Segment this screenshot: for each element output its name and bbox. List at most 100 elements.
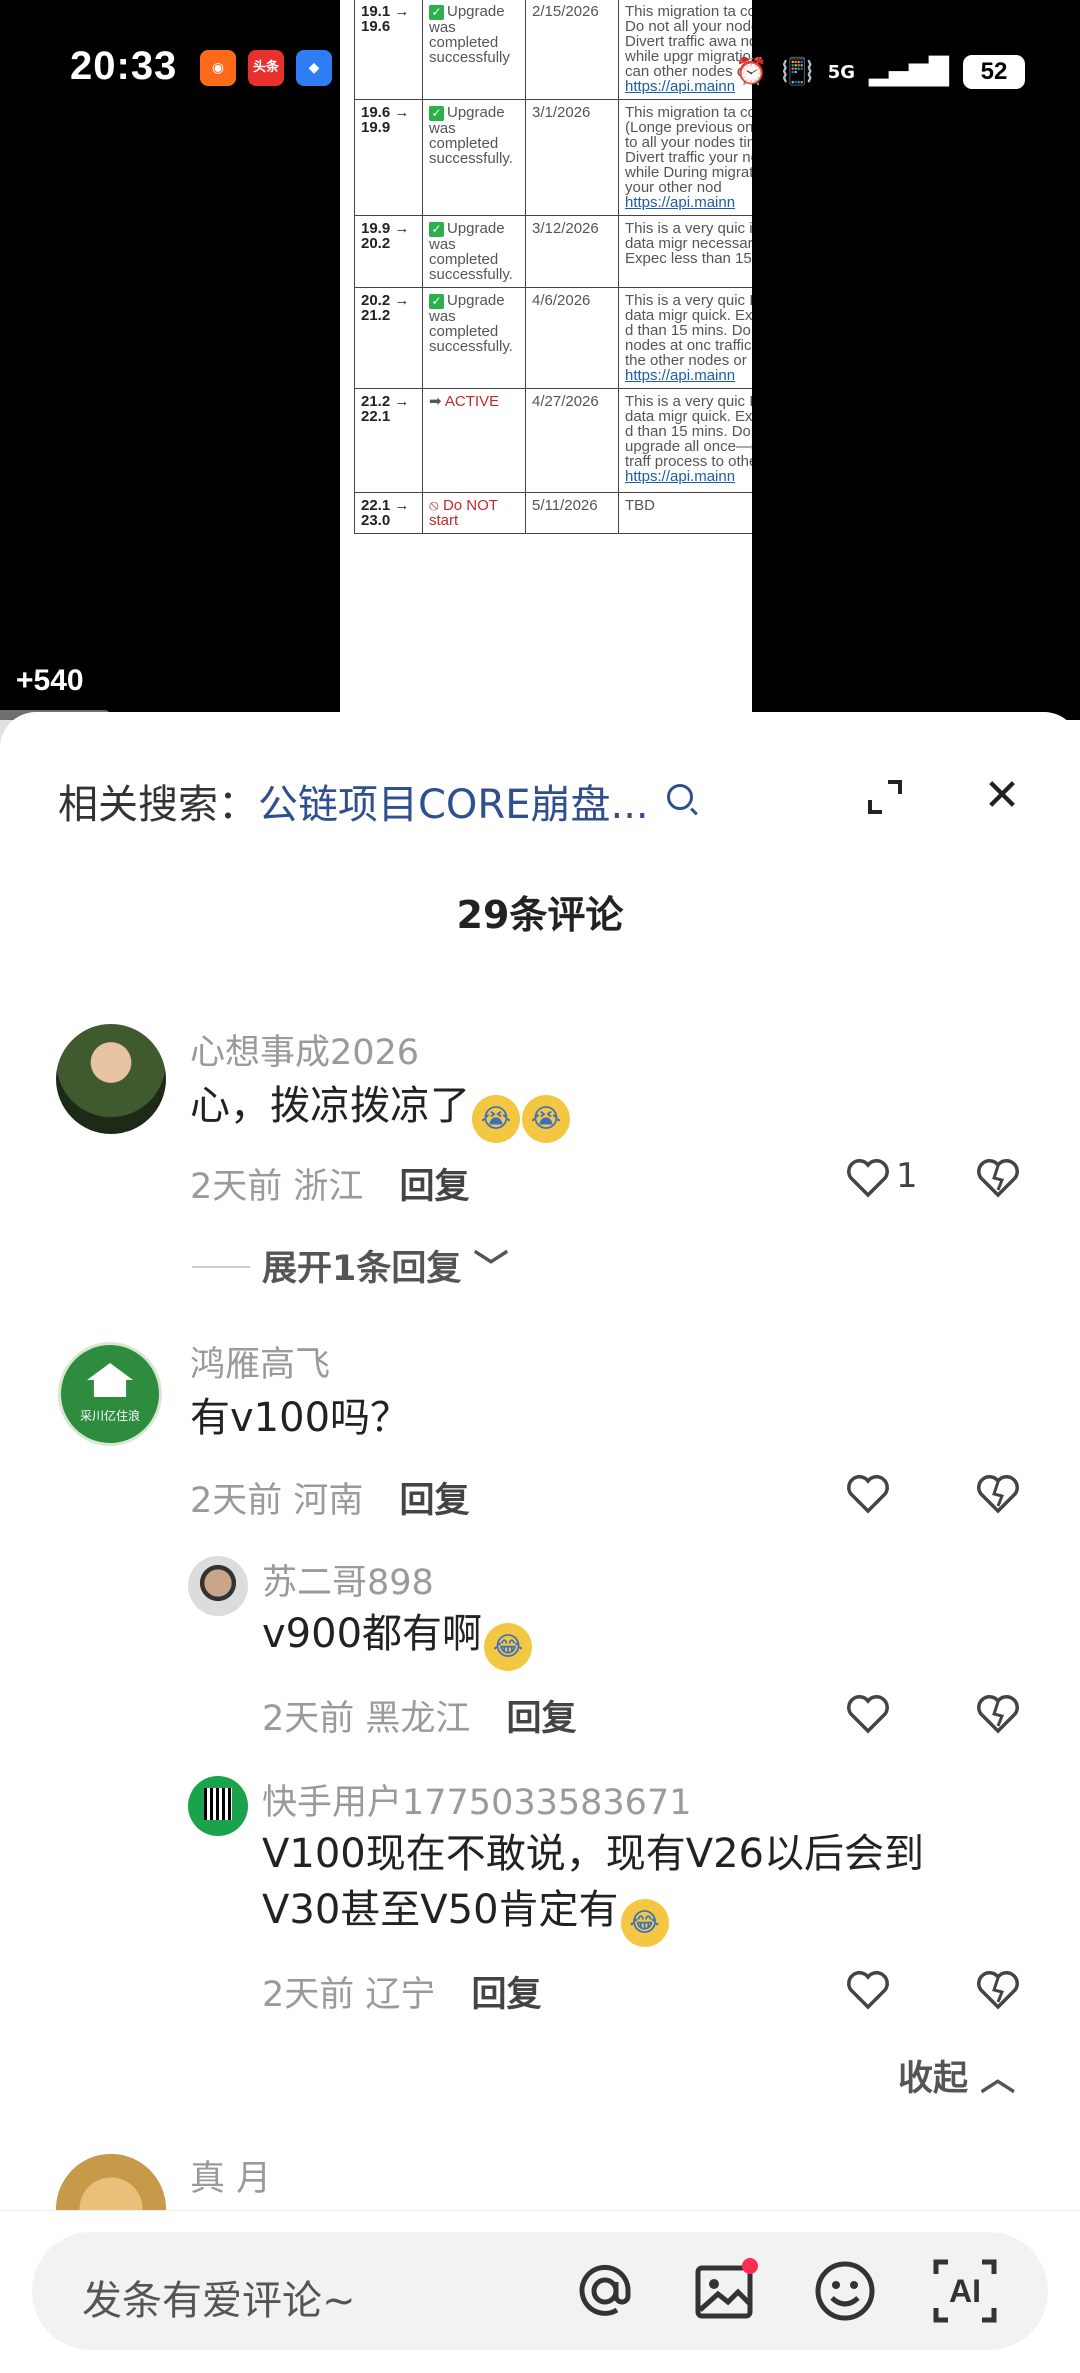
divider — [192, 1266, 250, 1268]
laughing-crying-emoji-icon: 😂 — [484, 1623, 533, 1671]
network-label: 5G — [827, 61, 856, 83]
comment-meta: 2天前 河南 回复 — [190, 1481, 470, 1521]
expand-replies-button[interactable]: 展开1条回复 ﹀ — [192, 1240, 509, 1291]
related-search-keyword[interactable]: 公链项目CORE崩盘... — [258, 782, 649, 828]
notes-cell: This is a very quic internal data migr n… — [618, 215, 752, 288]
status-bar: 20:33 ◉ 头条 ◆ ⏰ 📳 5G ▂▄▆█ 52 — [0, 40, 1080, 104]
search-icon[interactable] — [666, 784, 693, 810]
comment-meta: 2天前 辽宁 回复 — [262, 1975, 542, 2015]
table-row: 20.2 → 21.2 ✓ Upgrade was completed succe… — [354, 287, 752, 389]
avatar[interactable] — [188, 1776, 248, 1836]
collapse-replies-button[interactable]: 收起 ︿ — [898, 2050, 1015, 2101]
avatar[interactable] — [56, 1024, 166, 1134]
comment-text: 心，拨凉拨凉了 😭 😭 — [190, 1078, 570, 1143]
checkmark-icon: ✓ — [429, 106, 444, 121]
app-icon: ◆ — [296, 50, 332, 86]
at-icon[interactable] — [572, 2258, 638, 2324]
reply-button[interactable]: 回复 — [399, 1481, 469, 1521]
avatar[interactable] — [188, 1556, 248, 1616]
comment-text: v900都有啊 😂 — [262, 1606, 533, 1671]
dislike-icon[interactable] — [976, 1694, 1020, 1734]
checkmark-icon: ✓ — [429, 222, 444, 237]
comment-input-placeholder: 发条有爱评论~ — [82, 2278, 356, 2324]
comment-meta: 2天前 浙江 回复 — [190, 1167, 470, 1207]
ai-icon[interactable]: AI — [932, 2258, 998, 2324]
kuaishou-icon: ◉ — [200, 50, 236, 86]
comment-input[interactable]: 发条有爱评论~ AI — [32, 2232, 1048, 2350]
status-cell: ✓ Upgrade was completed successfully. — [422, 287, 526, 389]
notes-cell: This migration ta complete. (Longe previ… — [618, 99, 752, 216]
vibrate-icon: 📳 — [781, 57, 814, 87]
video-document-frame: 19.1 → 19.6 ✓ Upgrade was completed succe… — [340, 0, 752, 720]
version-cell: 20.2 → 21.2 — [354, 287, 423, 389]
table-row: 19.6 → 19.9 ✓ Upgrade was completed succe… — [354, 99, 752, 216]
table-row: 19.9 → 20.2 ✓ Upgrade was completed succe… — [354, 215, 752, 288]
arrow-right-icon: ➡ — [429, 393, 445, 410]
comment-username[interactable]: 苏二哥898 — [262, 1554, 434, 1605]
comment-sheet: 相关搜索：公链项目CORE崩盘... ✕ 29条评论 心想事成2026 心，拨凉… — [0, 712, 1080, 2372]
expand-icon[interactable] — [866, 778, 904, 816]
checkmark-icon: ✓ — [429, 5, 444, 20]
date-cell: 5/11/2026 — [525, 492, 619, 534]
comment-count: 29条评论 — [456, 893, 624, 937]
status-cell: ➡ ACTIVE — [422, 388, 526, 493]
house-icon — [87, 1363, 133, 1397]
status-time: 20:33 — [70, 44, 178, 88]
version-cell: 19.6 → 19.9 — [354, 99, 423, 216]
close-icon[interactable]: ✕ — [980, 774, 1024, 818]
dislike-icon[interactable] — [976, 1970, 1020, 2010]
notes-cell: This is a very quic Internal data migr q… — [618, 388, 752, 493]
comment-username[interactable]: 真 月 — [190, 2150, 271, 2201]
related-search-label: 相关搜索： — [58, 782, 258, 828]
crying-emoji-icon: 😭 — [522, 1095, 570, 1143]
crying-emoji-icon: 😭 — [472, 1095, 520, 1143]
reply-button[interactable]: 回复 — [506, 1699, 576, 1739]
emoji-icon[interactable] — [812, 2258, 878, 2324]
dislike-icon[interactable] — [976, 1158, 1020, 1198]
notes-cell: This is a very quic Internal data migr q… — [618, 287, 752, 389]
comment-text: 有v100吗？ — [190, 1395, 411, 1441]
comment-text: V100现在不敢说，现有V26以后会到 — [262, 1831, 924, 1877]
table-row: 22.1 → 23.0 ⦸ Do NOT start 5/11/2026 TBD — [354, 492, 752, 534]
reply-button[interactable]: 回复 — [399, 1167, 469, 1207]
status-cell: ✓ Upgrade was completed successfully. — [422, 99, 526, 216]
comment-username[interactable]: 快手用户1775033583671 — [262, 1774, 692, 1825]
comment-meta: 2天前 黑龙江 回复 — [262, 1699, 577, 1739]
notes-cell: TBD — [618, 492, 752, 534]
laughing-crying-emoji-icon: 😂 — [620, 1899, 669, 1947]
reward-counter: +540 — [16, 664, 84, 697]
battery-icon: 52 — [963, 55, 1025, 89]
chevron-down-icon: ﹀ — [473, 1249, 509, 1289]
date-cell: 3/12/2026 — [525, 215, 619, 288]
comment-username[interactable]: 鸿雁高飞 — [190, 1336, 330, 1387]
image-icon[interactable] — [692, 2258, 758, 2324]
checkmark-icon: ✓ — [429, 294, 444, 309]
alarm-icon: ⏰ — [734, 57, 768, 87]
like-icon[interactable] — [846, 1970, 890, 2010]
dislike-icon[interactable] — [976, 1474, 1020, 1514]
video-player[interactable]: 19.1 → 19.6 ✓ Upgrade was completed succe… — [0, 0, 1080, 720]
toutiao-icon: 头条 — [248, 50, 284, 86]
chevron-up-icon: ︿ — [980, 2059, 1016, 2099]
like-icon[interactable] — [846, 1474, 890, 1514]
avatar[interactable]: 采川亿住浪 — [58, 1342, 162, 1446]
version-cell: 21.2 → 22.1 — [354, 388, 423, 493]
date-cell: 3/1/2026 — [525, 99, 619, 216]
date-cell: 4/27/2026 — [525, 388, 619, 493]
ai-label: AI — [949, 2273, 981, 2309]
comment-text: V30甚至V50肯定有 😂 — [262, 1882, 669, 1947]
like-icon[interactable] — [846, 1158, 890, 1198]
table-row: 21.2 → 22.1 ➡ ACTIVE 4/27/2026 This is a… — [354, 388, 752, 493]
like-count: 1 — [896, 1156, 918, 1196]
signal-icon: ▂▄▆█ — [869, 57, 949, 87]
related-search[interactable]: 相关搜索：公链项目CORE崩盘... — [58, 772, 693, 830]
status-cell: ⦸ Do NOT start — [422, 492, 526, 534]
status-icons: ⏰ 📳 5G ▂▄▆█ 52 — [735, 50, 1025, 94]
status-cell: ✓ Upgrade was completed successfully. — [422, 215, 526, 288]
comment-username[interactable]: 心想事成2026 — [190, 1024, 419, 1075]
version-cell: 19.9 → 20.2 — [354, 215, 423, 288]
like-icon[interactable] — [846, 1694, 890, 1734]
date-cell: 4/6/2026 — [525, 287, 619, 389]
reply-button[interactable]: 回复 — [471, 1975, 541, 2015]
avatar-label: 采川亿住浪 — [79, 1409, 140, 1423]
